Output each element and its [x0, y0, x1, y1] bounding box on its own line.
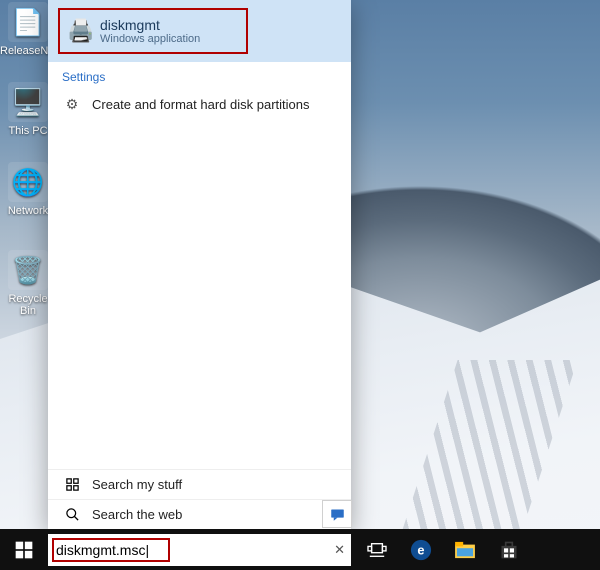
search-my-stuff-label: Search my stuff	[92, 477, 182, 492]
file-icon: 📄	[8, 2, 48, 42]
edge-button[interactable]: e	[399, 529, 443, 570]
settings-result-label: Create and format hard disk partitions	[92, 97, 310, 112]
taskbar: ✕ e	[0, 529, 600, 570]
section-header-settings: Settings	[48, 62, 351, 88]
svg-text:e: e	[417, 542, 424, 557]
search-icon	[62, 477, 82, 492]
search-input[interactable]	[48, 538, 351, 562]
start-button[interactable]	[0, 529, 48, 570]
best-match-section: 🖨️ diskmgmt Windows application	[48, 0, 351, 62]
clear-icon[interactable]: ✕	[334, 534, 345, 566]
settings-result-create-format-partitions[interactable]: ⚙ Create and format hard disk partitions	[48, 88, 351, 120]
search-box[interactable]: ✕	[48, 534, 351, 566]
pc-icon: 🖥️	[8, 82, 48, 122]
best-match-title: diskmgmt	[100, 17, 200, 33]
best-match-subtitle: Windows application	[100, 33, 200, 46]
task-view-button[interactable]	[355, 529, 399, 570]
magnifier-icon	[62, 507, 82, 522]
app-icon: 🖨️	[62, 12, 100, 50]
file-explorer-button[interactable]	[443, 529, 487, 570]
search-the-web[interactable]: Search the web	[48, 499, 351, 529]
search-the-web-label: Search the web	[92, 507, 182, 522]
best-match-result[interactable]: 🖨️ diskmgmt Windows application	[58, 8, 248, 54]
search-panel: 🖨️ diskmgmt Windows application Settings…	[48, 0, 351, 529]
gear-icon: ⚙	[62, 94, 82, 114]
store-button[interactable]	[487, 529, 531, 570]
search-my-stuff[interactable]: Search my stuff	[48, 469, 351, 499]
recycle-icon: 🗑️	[8, 250, 48, 290]
feedback-button[interactable]	[322, 500, 352, 528]
network-icon: 🌐	[8, 162, 48, 202]
